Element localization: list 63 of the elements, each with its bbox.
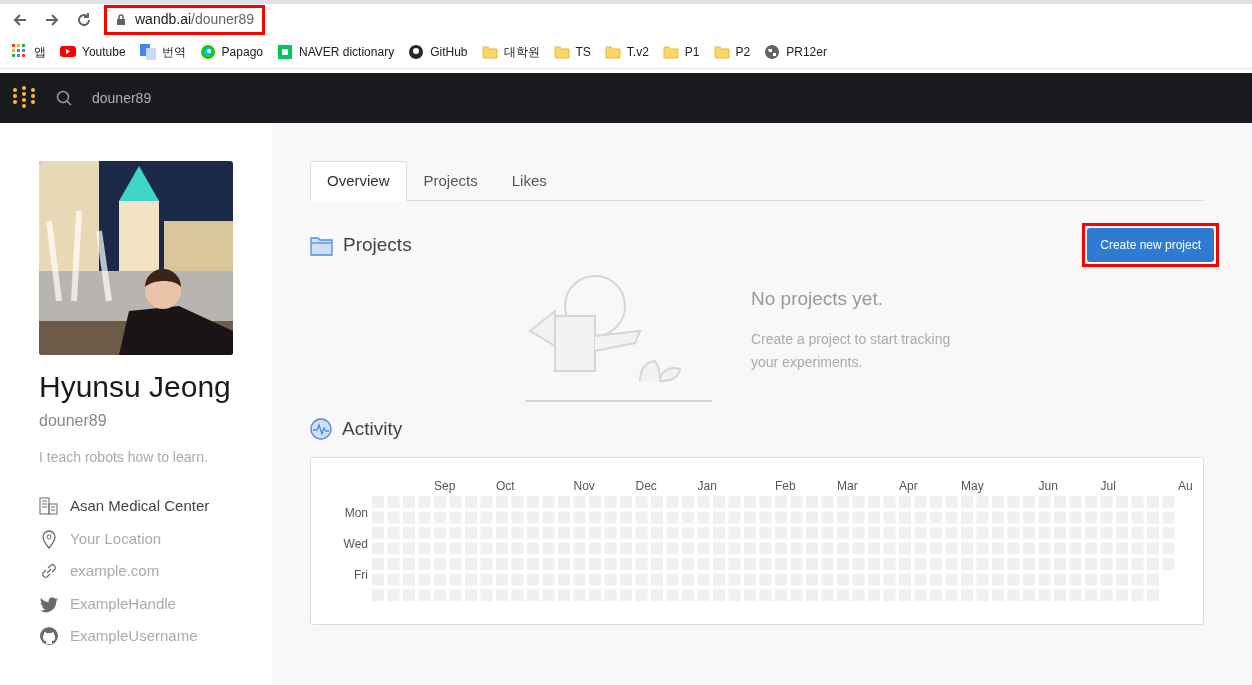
bookmark[interactable]: Papago <box>199 42 263 61</box>
apps-grid-icon <box>12 43 28 60</box>
folder-icon <box>310 234 333 256</box>
folder-icon <box>553 43 570 60</box>
month-label: Jan <box>697 477 717 495</box>
address-url[interactable]: wandb.ai/douner89 <box>135 9 255 30</box>
building-icon <box>39 496 59 517</box>
month-label: Feb <box>775 477 796 495</box>
empty-state-text: Create a project to start tracking your experiments. <box>751 329 952 372</box>
profile-detail: ExampleUsername <box>70 626 198 646</box>
profile-detail: ExampleHandle <box>70 593 176 614</box>
month-label: Jun <box>1038 477 1058 495</box>
tab[interactable]: Projects <box>406 161 495 201</box>
bookmark[interactable]: P2 <box>713 42 751 61</box>
month-label: Sep <box>434 477 456 495</box>
profile-detail: Asan Medical Center <box>70 496 210 516</box>
month-label: Dec <box>635 477 657 495</box>
section-title: Activity <box>342 417 403 441</box>
profile-detail: Your Location <box>70 528 162 549</box>
bookmark[interactable]: PR12er <box>764 42 827 61</box>
bookmark[interactable]: GitHub <box>408 42 468 61</box>
profile-name: Hyunsu Jeong <box>39 369 232 405</box>
profile-detail: example.com <box>70 561 160 581</box>
bookmark[interactable]: P1 <box>662 42 700 61</box>
month-label: Oct <box>496 477 515 495</box>
reload-icon[interactable] <box>76 11 92 28</box>
month-label: Apr <box>899 477 918 495</box>
bookmark[interactable]: NAVER dictionary <box>277 42 395 61</box>
bookmark[interactable]: 대학원 <box>481 42 540 61</box>
bookmark[interactable]: 번역 <box>139 42 186 61</box>
month-label: Mar <box>837 477 858 495</box>
folder-icon <box>713 43 730 60</box>
location-pin-icon <box>39 528 59 549</box>
month-label: Nov <box>573 477 595 495</box>
activity-pulse-icon <box>310 418 332 441</box>
search-icon[interactable] <box>56 90 72 106</box>
month-label: May <box>961 477 984 495</box>
month-label: Jul <box>1100 477 1116 495</box>
empty-state-title: No projects yet. <box>751 287 884 311</box>
forward-icon[interactable] <box>44 11 60 28</box>
section-title: Projects <box>343 232 412 257</box>
weekday-label: Mon <box>344 505 368 522</box>
profile-username: douner89 <box>39 411 108 431</box>
profile-bio: I teach robots how to learn. <box>39 448 209 467</box>
bookmark[interactable]: TS <box>553 42 591 61</box>
bookmark[interactable]: 앱 <box>12 42 46 61</box>
folder-icon <box>481 43 498 60</box>
lock-icon <box>115 12 127 27</box>
bookmark[interactable]: T.v2 <box>604 42 649 61</box>
bookmark[interactable]: Youtube <box>60 42 126 61</box>
folder-icon <box>604 43 621 60</box>
create-project-button[interactable]: Create new project <box>1087 228 1214 262</box>
play-icon <box>60 43 76 60</box>
month-label: Au <box>1178 477 1193 495</box>
github-octocat-icon <box>39 626 59 647</box>
logo-dots-icon[interactable] <box>12 86 36 110</box>
tab[interactable]: Likes <box>494 161 564 201</box>
breadcrumb-link[interactable]: douner89 <box>92 87 152 109</box>
back-icon[interactable] <box>12 11 28 28</box>
folder-icon <box>662 43 679 60</box>
tab[interactable]: Overview <box>310 161 407 201</box>
weekday-label: Wed <box>343 536 368 553</box>
weekday-label: Fri <box>354 567 368 584</box>
